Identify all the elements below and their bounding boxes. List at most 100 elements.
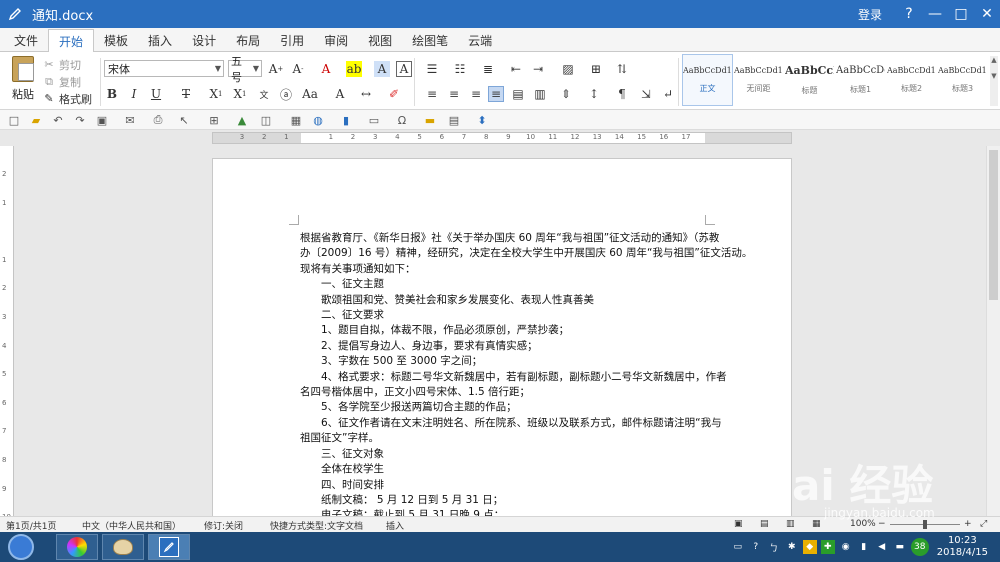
cut-button[interactable]: ✂ 剪切: [42, 56, 102, 73]
login-link[interactable]: 登录: [858, 6, 882, 23]
tab-4[interactable]: 设计: [182, 29, 226, 51]
email-icon[interactable]: ✉: [122, 112, 138, 128]
tab-9[interactable]: 绘图笔: [402, 29, 458, 51]
notification-badge[interactable]: 38: [910, 538, 929, 556]
enclose-char-icon[interactable]: ⓐ: [278, 86, 294, 102]
chart-icon[interactable]: ▮: [338, 112, 354, 128]
style-item[interactable]: AaBbCcDd123 无间距: [733, 54, 784, 106]
multilevel-list-icon[interactable]: ≣: [480, 61, 496, 77]
scroll-thumb[interactable]: [989, 150, 998, 300]
show-marks-icon[interactable]: ⇲: [638, 86, 654, 102]
clock[interactable]: 10:23 2018/4/15: [937, 535, 988, 559]
insert-mode-status[interactable]: 插入: [386, 519, 404, 532]
format-icon[interactable]: ▤: [446, 112, 462, 128]
comment-icon[interactable]: ▬: [422, 112, 438, 128]
align-center-icon[interactable]: ≡: [446, 86, 462, 102]
spacing-icon[interactable]: ↔: [358, 86, 374, 102]
bold-icon[interactable]: B: [104, 86, 120, 102]
close-button[interactable]: ✕: [974, 0, 1000, 28]
bluetooth-icon[interactable]: ✱: [785, 540, 799, 554]
select-pointer-icon[interactable]: ↖: [176, 112, 192, 128]
screenshot-icon[interactable]: ◫: [258, 112, 274, 128]
font-name-select[interactable]: 宋体 ▼: [104, 60, 224, 77]
pinyin-icon[interactable]: 文: [256, 86, 272, 102]
strikethrough-icon[interactable]: T: [178, 86, 194, 102]
zoom-slider-handle[interactable]: [923, 520, 927, 529]
undo-icon[interactable]: ↶: [50, 112, 66, 128]
textbox-icon[interactable]: ▦: [288, 112, 304, 128]
smartart-icon[interactable]: ▭: [366, 112, 382, 128]
tab-2[interactable]: 模板: [94, 29, 138, 51]
input-method-icon[interactable]: ㄅ: [767, 540, 781, 554]
tab-8[interactable]: 视图: [358, 29, 402, 51]
taskbar-app-picture-viewer[interactable]: [56, 534, 98, 560]
align-right-icon[interactable]: ≡: [468, 86, 484, 102]
numbering-icon[interactable]: ☷: [452, 61, 468, 77]
print-icon[interactable]: ⎙: [150, 112, 166, 128]
shading-icon[interactable]: ▨: [560, 61, 576, 77]
subscript-icon[interactable]: X1: [208, 86, 224, 102]
increase-indent-icon[interactable]: ⇥: [530, 61, 546, 77]
revision-status[interactable]: 修订:关闭: [204, 519, 243, 532]
bullets-icon[interactable]: ☰: [424, 61, 440, 77]
power-icon[interactable]: ▬: [893, 540, 907, 554]
align-left-icon[interactable]: ≡: [424, 86, 440, 102]
view-print-icon[interactable]: ▣: [734, 519, 743, 529]
style-item[interactable]: AaBbCcDd123 标题2: [886, 54, 937, 106]
clear-format-icon[interactable]: ✐: [386, 86, 402, 102]
update-icon[interactable]: ✚: [820, 540, 835, 554]
taskbar-app-word[interactable]: [148, 534, 190, 560]
text-effect-icon[interactable]: A: [374, 61, 390, 77]
tab-1[interactable]: 开始: [48, 29, 95, 52]
tab-0[interactable]: 文件: [4, 29, 48, 51]
maximize-button[interactable]: □: [948, 0, 974, 28]
zoom-in-icon[interactable]: +: [964, 519, 972, 529]
redo-icon[interactable]: ↷: [72, 112, 88, 128]
minimize-button[interactable]: —: [922, 0, 948, 28]
new-document-icon[interactable]: □: [6, 112, 22, 128]
picture-icon[interactable]: ▲: [234, 112, 250, 128]
grow-font-icon[interactable]: A +: [268, 61, 284, 77]
paragraph-icon[interactable]: ¶: [614, 86, 630, 102]
view-web-icon[interactable]: ▥: [786, 519, 795, 529]
save-icon[interactable]: ▣: [94, 112, 110, 128]
vertical-scrollbar[interactable]: [986, 146, 1000, 516]
page-count[interactable]: 第1页/共1页: [6, 519, 57, 532]
style-item[interactable]: AaBbCcDd123 正文: [682, 54, 733, 106]
char-border-icon[interactable]: A: [396, 61, 412, 77]
underline-icon[interactable]: U: [148, 86, 164, 102]
open-folder-icon[interactable]: ▰: [28, 112, 44, 128]
columns-icon[interactable]: ▥: [532, 86, 548, 102]
view-outline-icon[interactable]: ▦: [812, 519, 821, 529]
distribute-icon[interactable]: ▤: [510, 86, 526, 102]
security-icon[interactable]: ◆: [802, 540, 817, 554]
highlight-icon[interactable]: ab: [346, 61, 362, 77]
font-size-select[interactable]: 五号 ▼: [228, 55, 262, 84]
shrink-font-icon[interactable]: A-: [290, 61, 306, 77]
view-read-icon[interactable]: ▤: [760, 519, 769, 529]
char-shading-icon[interactable]: A: [332, 86, 348, 102]
wechat-icon[interactable]: ◉: [839, 540, 853, 554]
sort-icon[interactable]: ⇅: [614, 61, 630, 77]
tab-6[interactable]: 引用: [270, 29, 314, 51]
tab-5[interactable]: 布局: [226, 29, 270, 51]
shapes-icon[interactable]: ◍: [310, 112, 326, 128]
keyboard-icon[interactable]: ▭: [731, 540, 745, 554]
line-spacing-icon[interactable]: ↕: [586, 86, 602, 102]
more-tools-icon[interactable]: ⬍: [474, 112, 490, 128]
tab-10[interactable]: 云端: [458, 29, 502, 51]
italic-icon[interactable]: I: [126, 86, 142, 102]
symbol-icon[interactable]: Ω: [394, 112, 410, 128]
document-page[interactable]: 根据省教育厅、《新华日报》社《关于举办国庆 60 周年“我与祖国”征文活动的通知…: [212, 158, 792, 516]
style-item[interactable]: AaBbCcI 标题: [784, 54, 835, 106]
font-color-icon[interactable]: A: [318, 61, 334, 77]
paste-button[interactable]: 粘贴: [6, 56, 40, 106]
decrease-indent-icon[interactable]: ⇤: [508, 61, 524, 77]
style-item[interactable]: AaBbCcDd1 标题1: [835, 54, 886, 106]
volume-icon[interactable]: ◀: [875, 540, 889, 554]
tab-3[interactable]: 插入: [138, 29, 182, 51]
zoom-level[interactable]: 100%: [850, 519, 876, 529]
change-case-icon[interactable]: Aa: [302, 86, 318, 102]
taskbar-app-paint[interactable]: [102, 534, 144, 560]
table-icon[interactable]: ⊞: [206, 112, 222, 128]
